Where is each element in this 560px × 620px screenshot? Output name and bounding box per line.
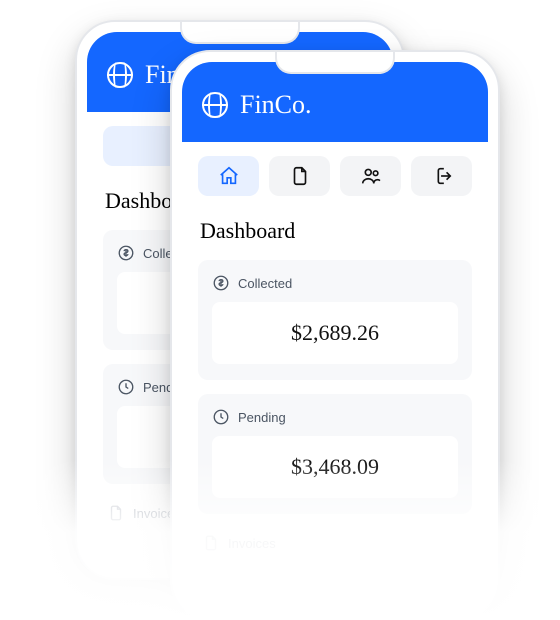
dollar-icon: [212, 274, 230, 292]
nav-tabs: [182, 142, 488, 206]
content: Dashboard Collected $2,689.26 Pending $3…: [182, 206, 488, 568]
nav-tab-home[interactable]: [198, 156, 259, 196]
nav-tab-logout[interactable]: [411, 156, 472, 196]
home-icon: [218, 165, 240, 187]
nav-tab-documents[interactable]: [269, 156, 330, 196]
clock-icon: [117, 378, 135, 396]
globe-icon: [107, 62, 133, 88]
clock-icon: [212, 408, 230, 426]
phone-screen-front: FinCo. Dashboard: [182, 62, 488, 608]
card-label: Pending: [238, 410, 286, 425]
card-value: $3,468.09: [212, 436, 458, 498]
card-label: Collected: [238, 276, 292, 291]
logout-icon: [431, 165, 453, 187]
users-icon: [360, 165, 382, 187]
list-invoices-head: Invoices: [198, 528, 472, 552]
brand-name: FinCo.: [240, 90, 312, 120]
card-pending: Pending $3,468.09: [198, 394, 472, 514]
nav-tab-users[interactable]: [340, 156, 401, 196]
document-icon: [107, 504, 125, 522]
card-value: $2,689.26: [212, 302, 458, 364]
globe-icon: [202, 92, 228, 118]
page-title: Dashboard: [198, 212, 472, 246]
phone-notch: [275, 52, 395, 74]
app-header: FinCo.: [182, 62, 488, 142]
phone-front: FinCo. Dashboard: [170, 50, 500, 620]
document-icon: [289, 165, 311, 187]
phone-notch: [180, 22, 300, 44]
list-label: Invoices: [228, 536, 276, 551]
stage: FinC Dashboard Collecte: [0, 0, 560, 620]
document-icon: [202, 534, 220, 552]
card-collected: Collected $2,689.26: [198, 260, 472, 380]
dollar-icon: [117, 244, 135, 262]
